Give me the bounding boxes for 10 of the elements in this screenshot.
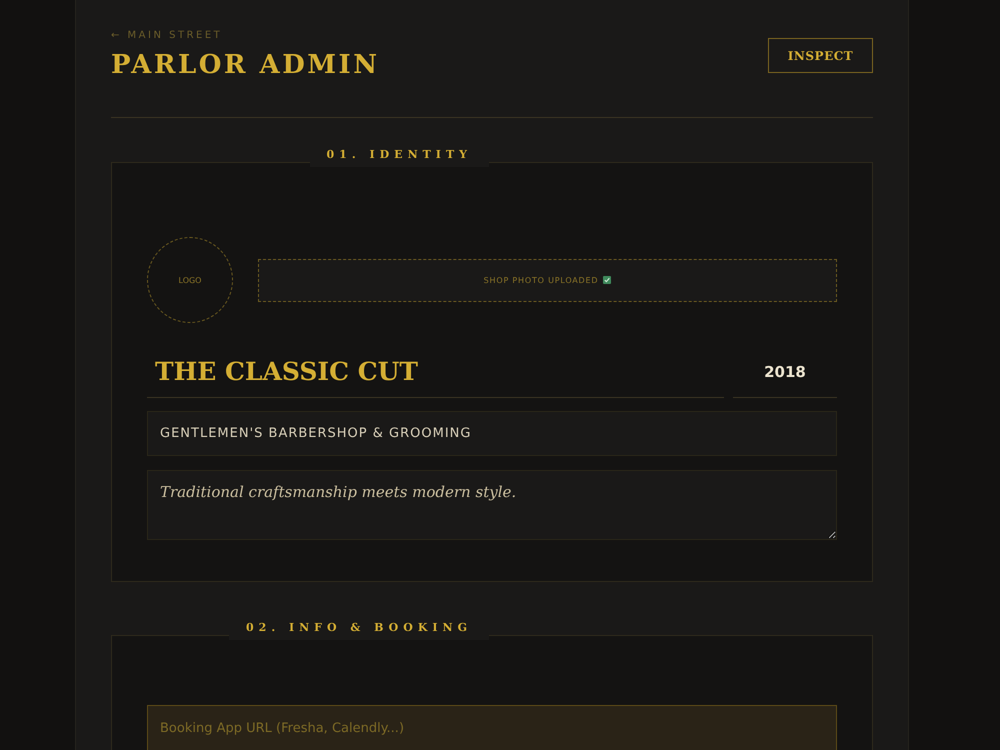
photo-upload[interactable]: SHOP PHOTO UPLOADED	[258, 258, 837, 302]
logo-upload[interactable]: LOGO	[147, 237, 233, 323]
year-field[interactable]: 2018	[733, 346, 837, 398]
description-field[interactable]: Traditional craftsmanship meets modern style.	[147, 470, 837, 540]
page-title: PARLOR ADMIN	[111, 50, 380, 80]
inspect-button[interactable]: INSPECT	[768, 38, 873, 73]
shop-name-field[interactable]: THE CLASSIC CUT	[147, 346, 724, 398]
booking-url-field[interactable]: Booking App URL (Fresha, Calendly...)	[147, 705, 837, 750]
upload-status: SHOP PHOTO UPLOADED	[484, 276, 598, 284]
tagline-field[interactable]: GENTLEMEN'S BARBERSHOP & GROOMING	[147, 411, 837, 456]
